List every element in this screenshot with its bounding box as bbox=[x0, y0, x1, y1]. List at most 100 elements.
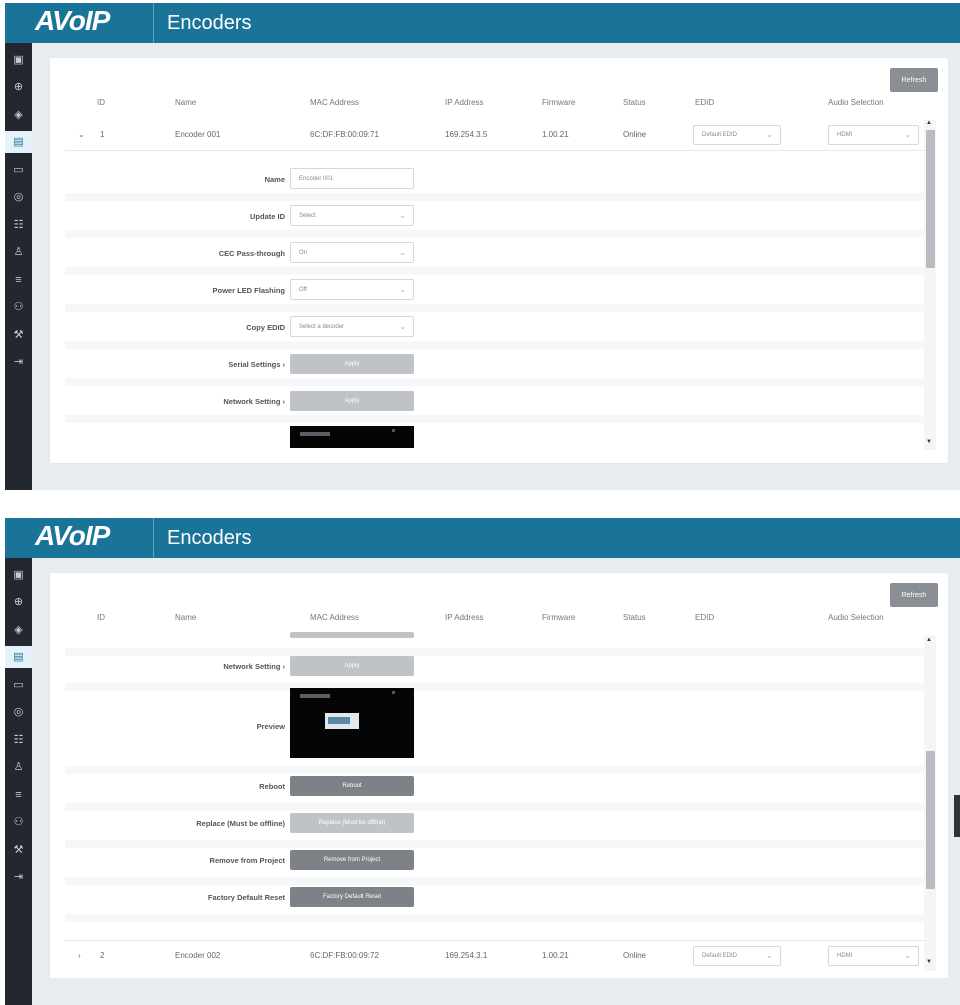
row-stripe bbox=[65, 914, 927, 922]
row-stripe bbox=[65, 415, 927, 423]
encoders-card: Refresh ID Name MAC Address IP Address F… bbox=[50, 58, 948, 463]
column-header-id: ID bbox=[97, 98, 105, 107]
preview-dot bbox=[392, 691, 395, 694]
name-label: Name bbox=[264, 175, 285, 184]
user-icon[interactable]: ♙ bbox=[5, 756, 32, 778]
screenshot-top: AVoIP Encoders ▣ ⊕ ◈ ▤ ▭ ◎ ☷ ♙ ≡ ⚇ ⚒ ⇥ R… bbox=[5, 3, 960, 490]
user-icon[interactable]: ♙ bbox=[5, 241, 32, 263]
edid-value: Default EDID bbox=[702, 132, 738, 138]
audio-select[interactable]: HDMI ⌄ bbox=[828, 125, 919, 145]
logout-icon[interactable]: ⇥ bbox=[5, 866, 32, 888]
preview-dot bbox=[392, 429, 395, 432]
sliders-icon[interactable]: ≡ bbox=[5, 269, 32, 291]
cec-select[interactable]: On ⌄ bbox=[290, 242, 414, 263]
remove-label: Remove from Project bbox=[209, 856, 285, 865]
edid-value: Default EDID bbox=[702, 953, 738, 959]
screenshot-bottom: AVoIP Encoders ▣ ⊕ ◈ ▤ ▭ ◎ ☷ ♙ ≡ ⚇ ⚒ ⇥ R… bbox=[5, 518, 960, 1005]
preview-label: Preview bbox=[256, 722, 285, 731]
users-icon[interactable]: ⚇ bbox=[5, 296, 32, 318]
globe-icon[interactable]: ⊕ bbox=[5, 591, 32, 613]
preview-image bbox=[290, 688, 414, 758]
column-header-audio: Audio Selection bbox=[828, 613, 884, 622]
update-id-placeholder: Select bbox=[299, 213, 316, 219]
row-ip: 169.254.3.5 bbox=[445, 130, 488, 139]
column-header-status: Status bbox=[623, 613, 646, 622]
serial-apply-button[interactable]: Apply bbox=[290, 354, 414, 374]
preview-image bbox=[290, 426, 414, 448]
wrench-icon[interactable]: ⚒ bbox=[5, 839, 32, 861]
encoder-icon[interactable]: ▤ bbox=[5, 646, 32, 668]
factory-reset-button[interactable]: Factory Default Reset bbox=[290, 887, 414, 907]
users-icon[interactable]: ⚇ bbox=[5, 811, 32, 833]
network-setting-label[interactable]: Network Setting › bbox=[50, 397, 285, 406]
encoders-card: Refresh ID Name MAC Address IP Address F… bbox=[50, 573, 948, 978]
cec-label: CEC Pass-through bbox=[218, 249, 285, 258]
scroll-up-icon[interactable]: ▲ bbox=[926, 637, 932, 643]
row-stripe bbox=[65, 193, 927, 201]
refresh-button[interactable]: Refresh bbox=[890, 68, 938, 92]
column-header-id: ID bbox=[97, 613, 105, 622]
scrollbar-thumb[interactable] bbox=[926, 130, 935, 268]
row-firmware: 1.00.21 bbox=[542, 951, 569, 960]
expand-chevron-icon[interactable]: › bbox=[78, 951, 81, 960]
replace-button[interactable]: Replace (Must be offline) bbox=[290, 813, 414, 833]
name-input[interactable]: Encoder 001 bbox=[290, 168, 414, 189]
network-setting-label[interactable]: Network Setting › bbox=[50, 662, 285, 671]
reboot-button[interactable]: Reboot bbox=[290, 776, 414, 796]
network-setting-text: Network Setting bbox=[223, 662, 281, 671]
encoder-icon[interactable]: ▤ bbox=[5, 131, 32, 153]
table-header: ID Name MAC Address IP Address Firmware … bbox=[50, 98, 948, 116]
logout-icon[interactable]: ⇥ bbox=[5, 351, 32, 373]
chevron-down-icon: ⌄ bbox=[399, 248, 406, 257]
row-divider bbox=[65, 150, 927, 151]
audio-select[interactable]: HDMI ⌄ bbox=[828, 946, 919, 966]
database-icon[interactable]: ◎ bbox=[5, 186, 32, 208]
display-icon[interactable]: ▭ bbox=[5, 159, 32, 181]
chevron-right-icon: › bbox=[282, 397, 286, 406]
copy-edid-select[interactable]: Select a decoder ⌄ bbox=[290, 316, 414, 337]
refresh-button[interactable]: Refresh bbox=[890, 583, 938, 607]
remove-button[interactable]: Remove from Project bbox=[290, 850, 414, 870]
column-header-firmware: Firmware bbox=[542, 98, 576, 107]
expand-chevron-icon[interactable]: ⌄ bbox=[78, 130, 85, 139]
wrench-icon[interactable]: ⚒ bbox=[5, 324, 32, 346]
column-header-ip: IP Address bbox=[445, 98, 484, 107]
row-status: Online bbox=[623, 951, 647, 960]
table-row[interactable]: ⌄ 1 Encoder 001 6C:DF:FB:00:09:71 169.25… bbox=[50, 120, 930, 150]
scroll-down-icon[interactable]: ▼ bbox=[926, 959, 932, 965]
chevron-down-icon: ⌄ bbox=[399, 322, 406, 331]
serial-apply-button-clipped[interactable] bbox=[290, 632, 414, 638]
row-stripe bbox=[65, 378, 927, 386]
row-stripe bbox=[65, 766, 927, 774]
sliders-icon[interactable]: ≡ bbox=[5, 784, 32, 806]
power-led-select[interactable]: Off ⌄ bbox=[290, 279, 414, 300]
scroll-up-icon[interactable]: ▲ bbox=[926, 120, 932, 126]
network-apply-button[interactable]: Apply bbox=[290, 656, 414, 676]
globe-icon[interactable]: ⊕ bbox=[5, 76, 32, 98]
layers-icon[interactable]: ◈ bbox=[5, 619, 32, 641]
logo: AVoIP bbox=[5, 3, 153, 43]
row-stripe bbox=[65, 683, 927, 691]
scroll-down-icon[interactable]: ▼ bbox=[926, 439, 932, 445]
table-header: ID Name MAC Address IP Address Firmware … bbox=[50, 613, 948, 631]
column-header-mac: MAC Address bbox=[310, 98, 359, 107]
layers-icon[interactable]: ◈ bbox=[5, 104, 32, 126]
grid-icon[interactable]: ☷ bbox=[5, 729, 32, 751]
table-row[interactable]: › 2 Encoder 002 6C:DF:FB:00:09:72 169.25… bbox=[50, 941, 930, 971]
row-name: Encoder 001 bbox=[175, 130, 221, 139]
edid-select[interactable]: Default EDID ⌄ bbox=[693, 125, 781, 145]
dashboard-icon[interactable]: ▣ bbox=[5, 564, 32, 586]
serial-settings-label[interactable]: Serial Settings › bbox=[50, 360, 285, 369]
replace-label: Replace (Must be offline) bbox=[196, 819, 285, 828]
grid-icon[interactable]: ☷ bbox=[5, 214, 32, 236]
side-handle[interactable] bbox=[954, 795, 960, 837]
top-bar: AVoIP Encoders bbox=[5, 518, 960, 558]
page-title: Encoders bbox=[167, 12, 252, 34]
update-id-select[interactable]: Select ⌄ bbox=[290, 205, 414, 226]
display-icon[interactable]: ▭ bbox=[5, 674, 32, 696]
dashboard-icon[interactable]: ▣ bbox=[5, 49, 32, 71]
network-apply-button[interactable]: Apply bbox=[290, 391, 414, 411]
scrollbar-thumb[interactable] bbox=[926, 751, 935, 889]
edid-select[interactable]: Default EDID ⌄ bbox=[693, 946, 781, 966]
database-icon[interactable]: ◎ bbox=[5, 701, 32, 723]
